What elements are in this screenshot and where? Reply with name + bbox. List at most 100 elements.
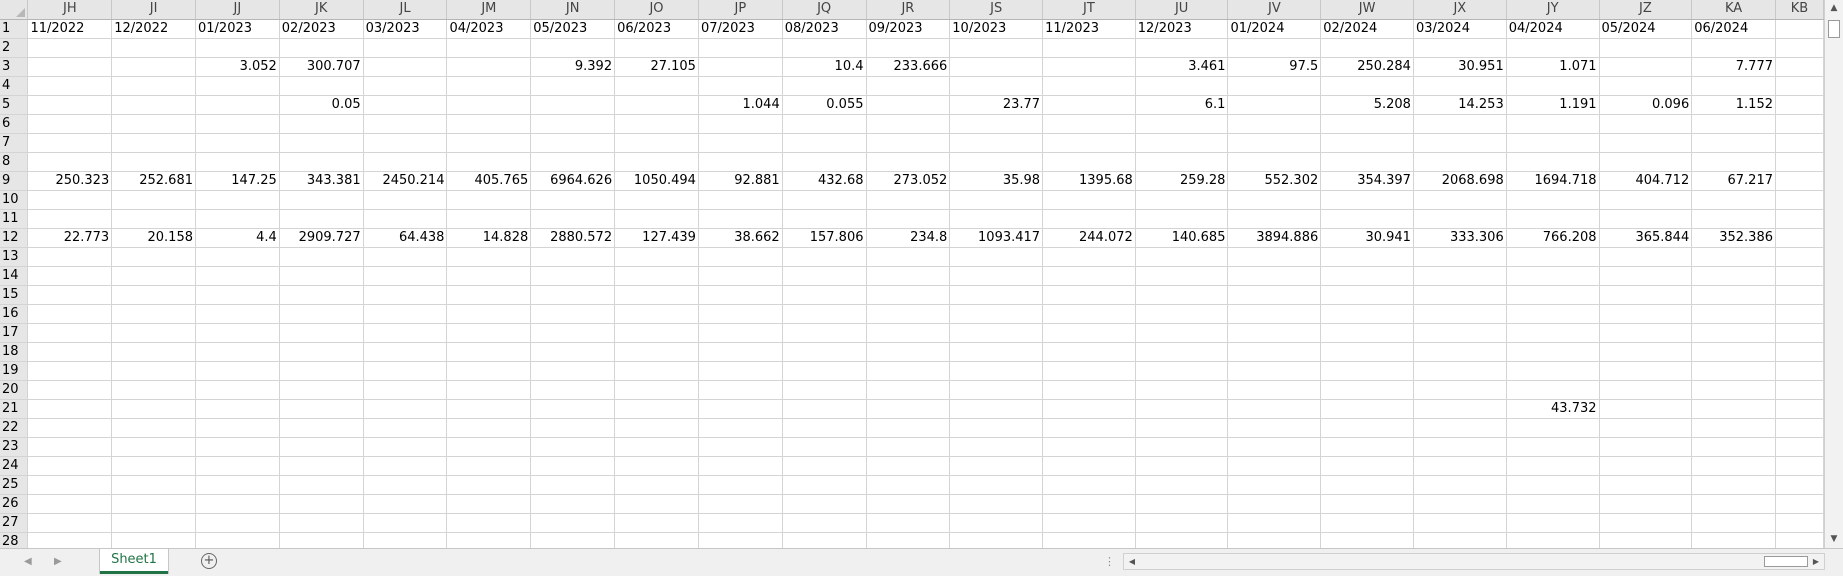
- cell[interactable]: [1775, 285, 1824, 305]
- column-header[interactable]: JT: [1042, 0, 1136, 20]
- cell[interactable]: [1227, 456, 1322, 476]
- column-header[interactable]: JS: [949, 0, 1044, 20]
- cell[interactable]: [111, 266, 196, 286]
- cell[interactable]: [1775, 171, 1824, 191]
- cell[interactable]: [1599, 285, 1693, 305]
- cell[interactable]: [1042, 399, 1136, 419]
- cell[interactable]: 92.881: [698, 171, 783, 191]
- cell[interactable]: [949, 304, 1044, 324]
- cell[interactable]: [27, 304, 113, 324]
- cell[interactable]: [195, 437, 280, 457]
- cell[interactable]: 05/2023: [530, 19, 616, 39]
- cell[interactable]: [1413, 152, 1507, 172]
- cell[interactable]: [866, 532, 951, 548]
- cell[interactable]: [949, 399, 1044, 419]
- cell[interactable]: [949, 342, 1044, 362]
- cell[interactable]: [1691, 494, 1776, 514]
- cell[interactable]: [446, 209, 532, 229]
- cell[interactable]: [27, 437, 113, 457]
- column-header[interactable]: JY: [1506, 0, 1600, 20]
- cell[interactable]: [27, 418, 113, 438]
- cell[interactable]: [1042, 380, 1136, 400]
- cell[interactable]: 1.152: [1691, 95, 1776, 115]
- cell[interactable]: [949, 247, 1044, 267]
- cell[interactable]: [279, 361, 364, 381]
- cell[interactable]: [1775, 361, 1824, 381]
- cell[interactable]: [1506, 380, 1600, 400]
- cell[interactable]: [1227, 266, 1322, 286]
- cell[interactable]: [782, 399, 867, 419]
- cell[interactable]: [1227, 513, 1322, 533]
- cell[interactable]: [111, 190, 196, 210]
- cell[interactable]: [1320, 152, 1414, 172]
- cell[interactable]: [363, 342, 448, 362]
- cell[interactable]: [363, 38, 448, 58]
- cell[interactable]: [782, 38, 867, 58]
- cell[interactable]: [1413, 76, 1507, 96]
- cell[interactable]: [1599, 437, 1693, 457]
- cell[interactable]: [446, 247, 532, 267]
- cell[interactable]: 300.707: [279, 57, 364, 77]
- cell[interactable]: [1135, 494, 1229, 514]
- row-header[interactable]: 13: [0, 247, 29, 267]
- cell[interactable]: [1320, 437, 1414, 457]
- cell[interactable]: [195, 247, 280, 267]
- cell[interactable]: [1042, 456, 1136, 476]
- cell[interactable]: [1227, 38, 1322, 58]
- cell[interactable]: [698, 494, 783, 514]
- cell[interactable]: [1506, 323, 1600, 343]
- cell[interactable]: [1042, 304, 1136, 324]
- row-header[interactable]: 26: [0, 494, 29, 514]
- cell[interactable]: [27, 76, 113, 96]
- cell[interactable]: [530, 247, 616, 267]
- cell[interactable]: 10.4: [782, 57, 867, 77]
- cell[interactable]: 38.662: [698, 228, 783, 248]
- cell[interactable]: [698, 475, 783, 495]
- cell[interactable]: 0.05: [279, 95, 364, 115]
- row-header[interactable]: 28: [0, 532, 29, 548]
- cell[interactable]: [530, 494, 616, 514]
- cell[interactable]: [1135, 266, 1229, 286]
- cell[interactable]: [279, 209, 364, 229]
- cell[interactable]: 3.461: [1135, 57, 1229, 77]
- cell[interactable]: [866, 190, 951, 210]
- cell[interactable]: 250.284: [1320, 57, 1414, 77]
- cell[interactable]: [279, 323, 364, 343]
- cell[interactable]: 01/2024: [1227, 19, 1322, 39]
- cell[interactable]: [1135, 475, 1229, 495]
- column-header[interactable]: JN: [530, 0, 616, 20]
- cell[interactable]: [1042, 209, 1136, 229]
- cell[interactable]: 02/2024: [1320, 19, 1414, 39]
- cell[interactable]: [530, 114, 616, 134]
- vertical-scroll-thumb[interactable]: [1828, 20, 1840, 38]
- cell[interactable]: [782, 209, 867, 229]
- cell[interactable]: 234.8: [866, 228, 951, 248]
- cell[interactable]: [782, 437, 867, 457]
- cell[interactable]: [1135, 190, 1229, 210]
- cell[interactable]: [614, 323, 699, 343]
- cell[interactable]: [614, 513, 699, 533]
- cell[interactable]: 09/2023: [866, 19, 951, 39]
- cell[interactable]: 35.98: [949, 171, 1044, 191]
- cell[interactable]: [1413, 513, 1507, 533]
- add-sheet-icon[interactable]: +: [201, 553, 217, 569]
- cell[interactable]: [949, 57, 1044, 77]
- cell[interactable]: 01/2023: [195, 19, 280, 39]
- cell[interactable]: [1413, 494, 1507, 514]
- cell[interactable]: [866, 38, 951, 58]
- cell[interactable]: [1413, 437, 1507, 457]
- cell[interactable]: 14.253: [1413, 95, 1507, 115]
- cell[interactable]: [949, 285, 1044, 305]
- cell[interactable]: 27.105: [614, 57, 699, 77]
- cell[interactable]: 08/2023: [782, 19, 867, 39]
- cell[interactable]: [1227, 114, 1322, 134]
- row-header[interactable]: 12: [0, 228, 29, 248]
- cell[interactable]: [1320, 494, 1414, 514]
- cell[interactable]: [866, 456, 951, 476]
- cell[interactable]: [1413, 133, 1507, 153]
- cell[interactable]: [1599, 190, 1693, 210]
- cell[interactable]: [1227, 323, 1322, 343]
- row-header[interactable]: 3: [0, 57, 29, 77]
- cell[interactable]: [1691, 190, 1776, 210]
- cell[interactable]: [1042, 152, 1136, 172]
